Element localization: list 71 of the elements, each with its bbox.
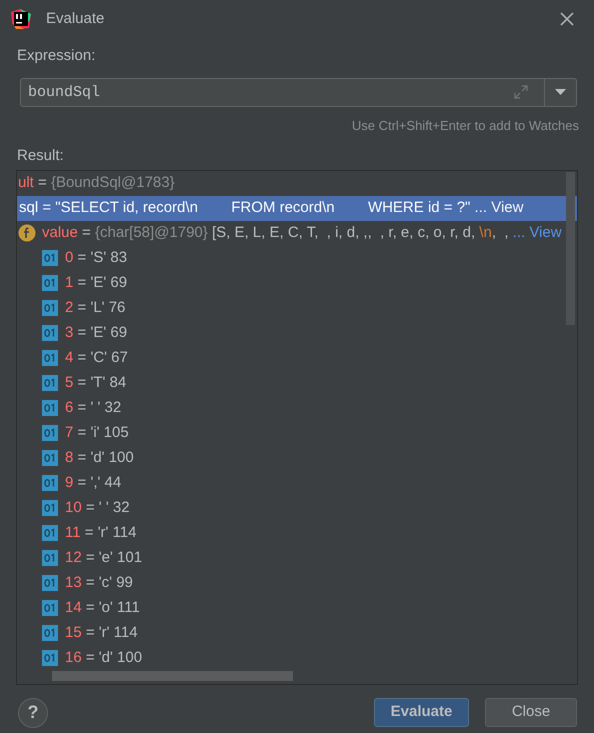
binary-value-icon [42,600,58,616]
hint-text: Use Ctrl+Shift+Enter to add to Watches [352,116,579,134]
binary-value-icon [42,400,58,416]
binary-value-icon [42,375,58,391]
node-text: 0 = 'S' 83 [65,248,128,268]
tree-row[interactable]: 0 = 'S' 83 [17,246,577,270]
binary-value-icon [42,300,58,316]
binary-value-icon [42,550,58,566]
binary-value-icon [42,575,58,591]
expression-label: Expression: [17,46,96,66]
binary-value-icon [42,625,58,641]
tree-row[interactable]: 1 = 'E' 69 [17,270,577,296]
tree-row[interactable]: 11 = 'r' 114 [17,520,577,546]
tree-row[interactable]: 9 = ',' 44 [17,470,577,496]
node-text: 10 = ' ' 32 [65,498,130,518]
node-text: 2 = 'L' 76 [65,298,126,318]
tree-row[interactable]: 14 = 'o' 111 [17,596,577,620]
node-text: 11 = 'r' 114 [65,522,136,543]
node-text: 3 = 'E' 69 [65,322,128,343]
result-label: Result: [17,146,65,166]
node-text: 5 = 'T' 84 [65,372,126,393]
node-text: 14 = 'o' 111 [65,598,140,618]
node-text: 1 = 'E' 69 [65,272,128,293]
node-text: 4 = 'C' 67 [65,348,128,368]
node-text: sql = "SELECT id, record\n FROM record\n WHERE id = ?" ... View [19,198,524,218]
expression-field[interactable]: boundSql [20,78,577,106]
close-icon[interactable] [560,12,574,26]
tree-row[interactable]: sql = "SELECT id, record\n FROM record\n WHERE id = ?" ... View [17,196,577,220]
node-text: ult = {BoundSql@1783} [18,172,175,193]
binary-value-icon [42,250,58,266]
node-text: value = {char[58]@1790} [S, E, L, E, C, T, , i, d, ,, , r, e, c, o, r, d, \n, , ... View [42,222,562,243]
binary-value-icon [42,325,58,341]
tree-row[interactable]: 16 = 'd' 100 [17,646,577,670]
node-text: 9 = ',' 44 [65,472,122,493]
window-title: Evaluate [46,8,104,29]
expand-icon[interactable] [513,84,529,100]
tree-row[interactable]: 6 = ' ' 32 [17,396,577,420]
binary-value-icon [42,275,58,291]
tree-row[interactable]: 3 = 'E' 69 [17,320,577,346]
node-text: 6 = ' ' 32 [65,398,122,418]
binary-value-icon [42,425,58,441]
tree-row[interactable]: 10 = ' ' 32 [17,496,577,520]
evaluate-button[interactable]: Evaluate [374,698,469,727]
tree-row[interactable]: 5 = 'T' 84 [17,370,577,396]
help-button[interactable]: ? [18,698,48,728]
tree-row[interactable]: 2 = 'L' 76 [17,296,577,320]
caret-icon [555,88,566,96]
tree-row[interactable]: 8 = 'd' 100 [17,446,577,470]
tree-row[interactable]: 13 = 'c' 99 [17,570,577,596]
node-text: 7 = 'i' 105 [65,422,129,443]
vertical-scrollbar[interactable] [566,172,575,324]
tree-row[interactable]: ult = {BoundSql@1783} [17,170,577,196]
tree-row[interactable]: 15 = 'r' 114 [17,620,577,646]
binary-value-icon [42,525,58,541]
app-logo-icon [10,8,32,30]
node-text: 13 = 'c' 99 [65,572,133,593]
tree-row[interactable]: value = {char[58]@1790} [S, E, L, E, C, T, , i, d, ,, , r, e, c, o, r, d, \n, , ... View [17,220,577,246]
node-text: 12 = 'e' 101 [65,548,142,568]
tree-row[interactable]: 12 = 'e' 101 [17,546,577,570]
tree-row[interactable]: 7 = 'i' 105 [17,420,577,446]
binary-value-icon [42,650,58,666]
tree-row[interactable]: 4 = 'C' 67 [17,346,577,370]
node-text: 16 = 'd' 100 [65,648,142,668]
binary-value-icon [42,350,58,366]
horizontal-scrollbar[interactable] [52,670,293,680]
node-text: 15 = 'r' 114 [65,622,138,643]
close-button[interactable]: Close [485,698,577,727]
node-text: 8 = 'd' 100 [65,448,134,468]
binary-value-icon [42,450,58,466]
binary-value-icon [42,475,58,491]
binary-value-icon [42,500,58,516]
